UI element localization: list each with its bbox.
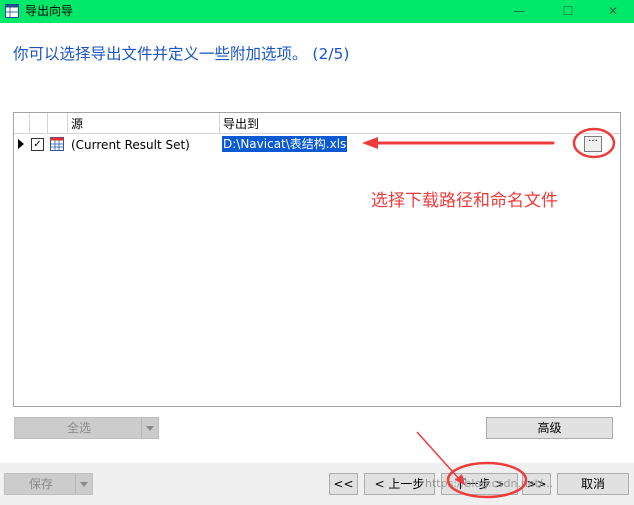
grid-header: 源 导出到 (14, 113, 620, 134)
export-wizard-icon (5, 4, 19, 18)
header-separator (47, 113, 48, 133)
minimize-button[interactable]: — (496, 0, 542, 23)
watermark: https://blog.csdn.net/... (425, 477, 554, 490)
dropdown-arrow-icon (75, 474, 92, 494)
first-step-button[interactable]: << (329, 473, 358, 495)
select-all-button: 全选 (14, 417, 159, 439)
row-export-path[interactable]: D:\Navicat\表结构.xls (222, 136, 348, 152)
column-header-source[interactable]: 源 (71, 115, 83, 132)
window-title: 导出向导 (25, 4, 74, 18)
row-source-name: (Current Result Set) (71, 138, 190, 152)
header-separator (67, 113, 68, 133)
row-checkbox[interactable]: ✓ (31, 138, 44, 151)
header-separator (219, 113, 220, 133)
annotation-text: 选择下载路径和命名文件 (371, 191, 558, 211)
select-all-label: 全选 (66, 421, 91, 435)
column-header-export-to[interactable]: 导出到 (223, 115, 259, 132)
cancel-button[interactable]: 取消 (557, 473, 629, 495)
table-icon (50, 137, 64, 151)
advanced-button[interactable]: 高级 (486, 417, 613, 439)
row-pointer-icon (18, 139, 24, 149)
save-button: 保存 (4, 473, 93, 495)
header-separator (29, 113, 30, 133)
page-instruction: 你可以选择导出文件并定义一些附加选项。 (2/5) (13, 45, 350, 63)
maximize-button[interactable]: ☐ (545, 0, 591, 23)
export-file-grid[interactable]: 源 导出到 ✓ (Current Result Set) D:\Navicat\… (13, 112, 621, 407)
dropdown-arrow-icon (141, 418, 158, 438)
browse-path-button[interactable]: ··· (584, 136, 602, 152)
table-row[interactable]: ✓ (Current Result Set) D:\Navicat\表结构.xl… (14, 134, 620, 154)
close-button[interactable]: ✕ (590, 0, 634, 23)
title-bar: 导出向导 — ☐ ✕ (0, 0, 634, 23)
save-label: 保存 (28, 477, 53, 491)
